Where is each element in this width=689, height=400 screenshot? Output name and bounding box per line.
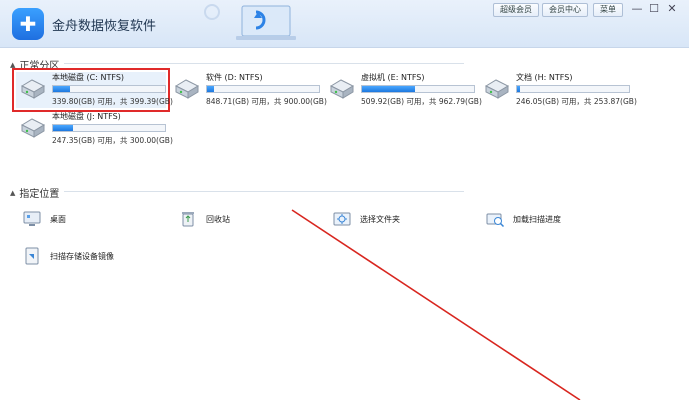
drive-h[interactable]: 文档 (H: NTFS) 246.05(GB) 可用，共 253.87(GB) <box>480 72 637 108</box>
drive-usage-fill <box>53 86 70 92</box>
location-disk-image[interactable]: 扫描存储设备镜像 <box>22 245 114 267</box>
title-bar: ✚ 金舟数据恢复软件 超级会员 会员中心 菜单 — ☐ ✕ <box>0 0 689 48</box>
desktop-icon <box>23 211 41 226</box>
drive-capacity: 246.05(GB) 可用，共 253.87(GB) <box>516 97 637 106</box>
drive-name: 本地磁盘 (J: NTFS) <box>52 112 121 121</box>
app-logo-icon: ✚ <box>12 8 44 40</box>
drive-usage-fill <box>362 86 415 92</box>
super-member-button[interactable]: 超级会员 <box>493 3 539 17</box>
location-label: 扫描存储设备镜像 <box>50 251 114 261</box>
drive-icon <box>174 79 200 99</box>
drive-icon <box>484 79 510 99</box>
location-label: 选择文件夹 <box>360 214 400 224</box>
drive-name: 虚拟机 (E: NTFS) <box>361 73 425 82</box>
drive-capacity: 848.71(GB) 可用，共 900.00(GB) <box>206 97 327 106</box>
member-center-button[interactable]: 会员中心 <box>542 3 588 17</box>
partitions-section-header[interactable]: ▲ 正常分区 <box>10 57 60 73</box>
divider <box>64 63 464 64</box>
drive-capacity: 509.92(GB) 可用，共 962.79(GB) <box>361 97 482 106</box>
location-select-folder[interactable]: 选择文件夹 <box>332 208 400 230</box>
collapse-icon: ▲ <box>10 60 16 69</box>
drive-icon <box>20 118 46 138</box>
drive-capacity: 247.35(GB) 可用，共 300.00(GB) <box>52 136 173 145</box>
drive-icon <box>329 79 355 99</box>
location-label: 桌面 <box>50 214 66 224</box>
drive-j[interactable]: 本地磁盘 (J: NTFS) 247.35(GB) 可用，共 300.00(GB… <box>16 111 173 147</box>
recycle-bin-icon <box>182 212 194 227</box>
drive-capacity: 339.80(GB) 可用，共 399.39(GB) <box>52 97 173 106</box>
drive-usage-fill <box>53 125 74 131</box>
maximize-icon[interactable]: ☐ <box>645 2 663 16</box>
hero-laptop-icon <box>204 4 296 40</box>
collapse-icon: ▲ <box>10 188 16 197</box>
folder-select-icon <box>333 212 351 226</box>
drive-usage-bar <box>52 124 166 132</box>
drive-name: 文档 (H: NTFS) <box>516 73 573 82</box>
drive-name: 本地磁盘 (C: NTFS) <box>52 73 125 82</box>
drive-usage-fill <box>517 86 521 92</box>
drive-usage-bar <box>361 85 475 93</box>
location-desktop[interactable]: 桌面 <box>22 208 66 230</box>
location-label: 回收站 <box>206 214 230 224</box>
partitions-section-title: 正常分区 <box>19 61 60 72</box>
drive-usage-bar <box>206 85 320 93</box>
close-icon[interactable]: ✕ <box>663 2 681 16</box>
locations-section-title: 指定位置 <box>19 189 60 200</box>
drive-c[interactable]: 本地磁盘 (C: NTFS) 339.80(GB) 可用，共 399.39(GB… <box>12 68 173 112</box>
drive-name: 软件 (D: NTFS) <box>206 73 263 82</box>
drive-usage-bar <box>516 85 630 93</box>
menu-button[interactable]: 菜单 <box>593 3 623 17</box>
location-label: 加载扫描进度 <box>513 214 561 224</box>
locations-section-header[interactable]: ▲ 指定位置 <box>10 185 60 201</box>
annotation-arrow <box>291 209 581 400</box>
app-title: 金舟数据恢复软件 <box>52 19 157 34</box>
drive-e[interactable]: 虚拟机 (E: NTFS) 509.92(GB) 可用，共 962.79(GB) <box>325 72 482 108</box>
drive-d[interactable]: 软件 (D: NTFS) 848.71(GB) 可用，共 900.00(GB) <box>170 72 327 108</box>
drive-icon <box>20 79 46 99</box>
minimize-icon[interactable]: — <box>628 2 646 16</box>
disk-image-icon <box>25 247 39 265</box>
divider <box>64 191 464 192</box>
load-scan-icon <box>486 213 505 228</box>
location-load-scan[interactable]: 加载扫描进度 <box>485 208 561 230</box>
drive-usage-fill <box>207 86 214 92</box>
drive-usage-bar <box>52 85 166 93</box>
location-recycle-bin[interactable]: 回收站 <box>178 208 230 230</box>
